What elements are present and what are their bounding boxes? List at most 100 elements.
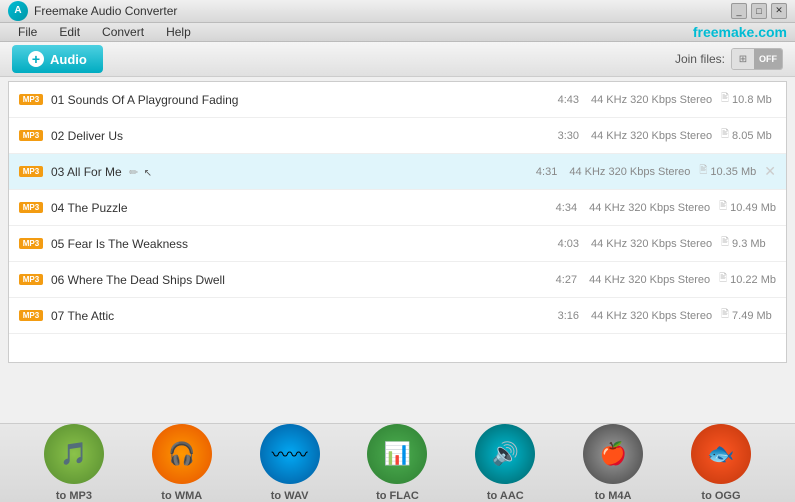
wma-icon: 🎧 — [152, 424, 212, 484]
convert-bar: 🎵 to MP3 🎧 to WMA 〰〰 to WAV 📊 to FLAC 🔊 — [0, 423, 795, 502]
table-row[interactable]: MP3 03 All For Me ✏ ↖ 4:31 44 KHz 320 Kb… — [9, 154, 786, 190]
file-name: 02 Deliver Us — [51, 129, 544, 143]
table-row[interactable]: MP3 02 Deliver Us 3:30 44 KHz 320 Kbps S… — [9, 118, 786, 154]
toggle-grid-icon: ⊞ — [732, 49, 754, 69]
app-logo: A — [8, 1, 28, 21]
toolbar: + Audio Join files: ⊞ OFF — [0, 42, 795, 77]
file-meta: 44 KHz 320 Kbps Stereo — [589, 274, 719, 286]
file-duration: 3:16 — [544, 310, 579, 322]
brand-label: freemake.com — [693, 24, 787, 40]
join-toggle[interactable]: ⊞ OFF — [731, 48, 783, 70]
file-icon: 🖹 — [699, 163, 707, 180]
app-window: A Freemake Audio Converter _ □ ✕ File Ed… — [0, 0, 795, 502]
file-icon: 🖹 — [721, 235, 729, 252]
wav-icon: 〰〰 — [260, 424, 320, 484]
convert-to-ogg-button[interactable]: 🐟 to OGG — [691, 424, 751, 502]
file-meta: 44 KHz 320 Kbps Stereo — [589, 202, 719, 214]
file-name: 04 The Puzzle — [51, 201, 542, 215]
file-meta: 44 KHz 320 Kbps Stereo — [569, 166, 699, 178]
table-row[interactable]: MP3 06 Where The Dead Ships Dwell 4:27 4… — [9, 262, 786, 298]
file-size: 🖹 7.49 Mb — [721, 307, 776, 324]
minimize-button[interactable]: _ — [731, 3, 747, 19]
file-list: MP3 01 Sounds Of A Playground Fading 4:4… — [8, 81, 787, 363]
ogg-icon: 🐟 — [691, 424, 751, 484]
convert-to-mp3-button[interactable]: 🎵 to MP3 — [44, 424, 104, 502]
file-meta: 44 KHz 320 Kbps Stereo — [591, 310, 721, 322]
format-badge: MP3 — [19, 310, 43, 321]
file-size: 🖹 10.22 Mb — [719, 271, 776, 288]
title-bar-left: A Freemake Audio Converter — [8, 1, 177, 21]
flac-icon: 📊 — [367, 424, 427, 484]
file-duration: 4:03 — [544, 238, 579, 250]
file-icon: 🖹 — [721, 127, 729, 144]
window-title: Freemake Audio Converter — [34, 4, 177, 18]
file-duration: 4:43 — [544, 94, 579, 106]
format-badge: MP3 — [19, 238, 43, 249]
file-meta: 44 KHz 320 Kbps Stereo — [591, 238, 721, 250]
table-row[interactable]: MP3 04 The Puzzle 4:34 44 KHz 320 Kbps S… — [9, 190, 786, 226]
join-files-control: Join files: ⊞ OFF — [675, 48, 783, 70]
convert-to-flac-button[interactable]: 📊 to FLAC — [367, 424, 427, 502]
cursor-indicator: ↖ — [144, 168, 152, 179]
audio-button-label: Audio — [50, 52, 87, 67]
edit-icon[interactable]: ✏ — [129, 167, 138, 179]
mp3-icon: 🎵 — [44, 424, 104, 484]
convert-aac-label: to AAC — [487, 490, 524, 502]
convert-to-m4a-button[interactable]: 🍎 to M4A — [583, 424, 643, 502]
file-icon: 🖹 — [719, 199, 727, 216]
join-files-label: Join files: — [675, 52, 725, 66]
file-size: 🖹 9.3 Mb — [721, 235, 776, 252]
format-badge: MP3 — [19, 130, 43, 141]
add-audio-button[interactable]: + Audio — [12, 45, 103, 73]
file-size: 🖹 10.8 Mb — [721, 91, 776, 108]
file-name: 01 Sounds Of A Playground Fading — [51, 93, 544, 107]
file-name: 05 Fear Is The Weakness — [51, 237, 544, 251]
file-name: 03 All For Me ✏ ↖ — [51, 165, 522, 179]
menu-help[interactable]: Help — [156, 23, 201, 41]
menu-items: File Edit Convert Help — [8, 23, 201, 41]
convert-wma-label: to WMA — [161, 490, 202, 502]
menu-convert[interactable]: Convert — [92, 23, 154, 41]
file-size: 🖹 8.05 Mb — [721, 127, 776, 144]
plus-icon: + — [28, 51, 44, 67]
convert-ogg-label: to OGG — [701, 490, 740, 502]
format-badge: MP3 — [19, 166, 43, 177]
maximize-button[interactable]: □ — [751, 3, 767, 19]
convert-flac-label: to FLAC — [376, 490, 419, 502]
table-row[interactable]: MP3 05 Fear Is The Weakness 4:03 44 KHz … — [9, 226, 786, 262]
file-icon: 🖹 — [719, 271, 727, 288]
close-button[interactable]: ✕ — [771, 3, 787, 19]
table-row[interactable]: MP3 01 Sounds Of A Playground Fading 4:4… — [9, 82, 786, 118]
file-size: 🖹 10.49 Mb — [719, 199, 776, 216]
file-icon: 🖹 — [721, 307, 729, 324]
table-row[interactable]: MP3 07 The Attic 3:16 44 KHz 320 Kbps St… — [9, 298, 786, 334]
convert-wav-label: to WAV — [271, 490, 309, 502]
convert-to-wma-button[interactable]: 🎧 to WMA — [152, 424, 212, 502]
file-name: 07 The Attic — [51, 309, 544, 323]
file-duration: 4:34 — [542, 202, 577, 214]
empty-drop-area — [8, 363, 787, 423]
convert-to-wav-button[interactable]: 〰〰 to WAV — [260, 424, 320, 502]
format-badge: MP3 — [19, 274, 43, 285]
convert-mp3-label: to MP3 — [56, 490, 92, 502]
list-area: MP3 01 Sounds Of A Playground Fading 4:4… — [0, 77, 795, 423]
menu-file[interactable]: File — [8, 23, 47, 41]
format-badge: MP3 — [19, 94, 43, 105]
remove-button[interactable]: ✕ — [764, 163, 776, 180]
window-controls: _ □ ✕ — [731, 3, 787, 19]
convert-m4a-label: to M4A — [595, 490, 632, 502]
file-duration: 4:27 — [542, 274, 577, 286]
menu-bar: File Edit Convert Help freemake.com — [0, 23, 795, 43]
format-badge: MP3 — [19, 202, 43, 213]
m4a-icon: 🍎 — [583, 424, 643, 484]
aac-icon: 🔊 — [475, 424, 535, 484]
menu-edit[interactable]: Edit — [49, 23, 90, 41]
file-size: 🖹 10.35 Mb — [699, 163, 756, 180]
file-meta: 44 KHz 320 Kbps Stereo — [591, 130, 721, 142]
file-icon: 🖹 — [721, 91, 729, 108]
file-duration: 3:30 — [544, 130, 579, 142]
file-duration: 4:31 — [522, 166, 557, 178]
title-bar: A Freemake Audio Converter _ □ ✕ — [0, 0, 795, 23]
file-meta: 44 KHz 320 Kbps Stereo — [591, 94, 721, 106]
convert-to-aac-button[interactable]: 🔊 to AAC — [475, 424, 535, 502]
